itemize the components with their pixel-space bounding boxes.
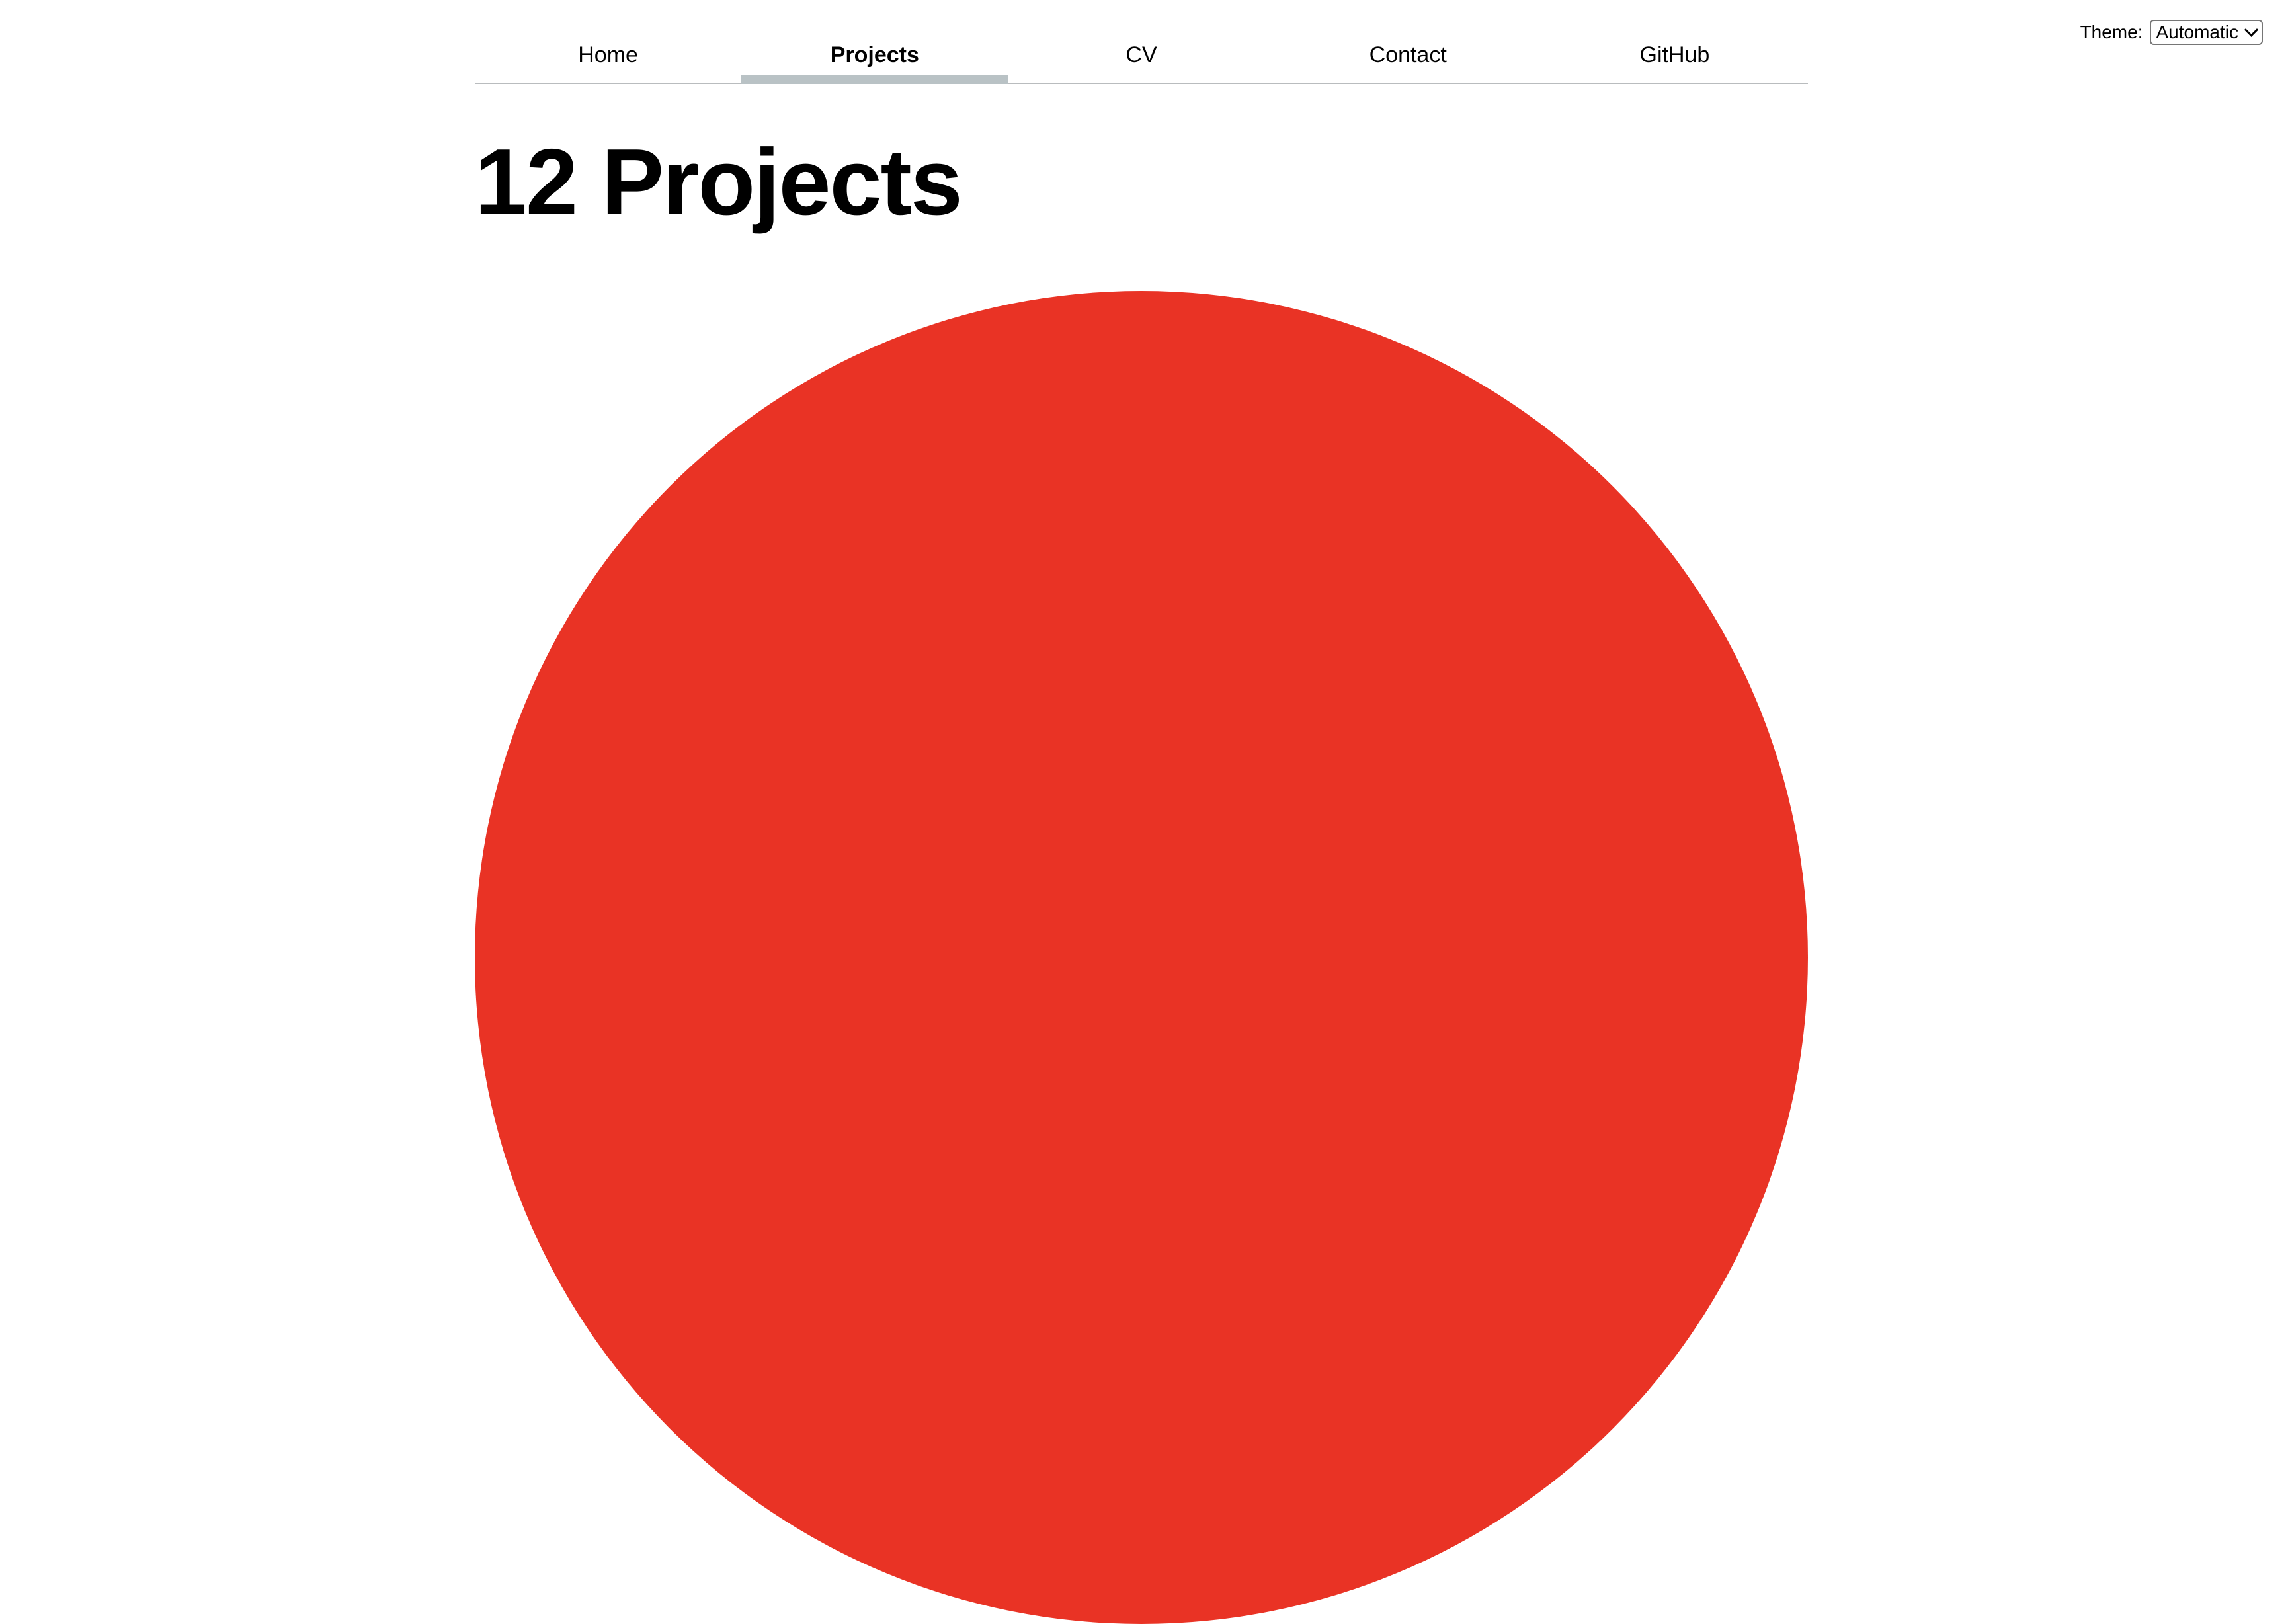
nav-item-github[interactable]: GitHub (1541, 0, 1808, 83)
nav-item-label: Projects (830, 42, 919, 67)
nav-item-label: CV (1125, 42, 1157, 67)
nav-item-cv[interactable]: CV (1008, 0, 1274, 83)
nav-item-label: GitHub (1639, 42, 1710, 67)
theme-control: Theme: Automatic (2080, 20, 2263, 45)
chevron-down-icon (2244, 22, 2259, 37)
theme-label: Theme: (2080, 22, 2143, 42)
nav-item-home[interactable]: Home (475, 0, 741, 83)
nav-item-label: Contact (1369, 42, 1447, 67)
theme-select[interactable]: Automatic (2149, 20, 2263, 45)
theme-select-value: Automatic (2156, 22, 2239, 42)
red-circle-graphic (475, 291, 1808, 1624)
nav-item-projects[interactable]: Projects (741, 0, 1008, 84)
page-title: 12 Projects (475, 130, 963, 235)
nav-item-contact[interactable]: Contact (1275, 0, 1541, 83)
main-nav: Home Projects CV Contact GitHub (475, 0, 1808, 84)
nav-item-label: Home (578, 42, 638, 67)
page-content: Home Projects CV Contact GitHub 12 Proje… (475, 0, 1808, 1624)
